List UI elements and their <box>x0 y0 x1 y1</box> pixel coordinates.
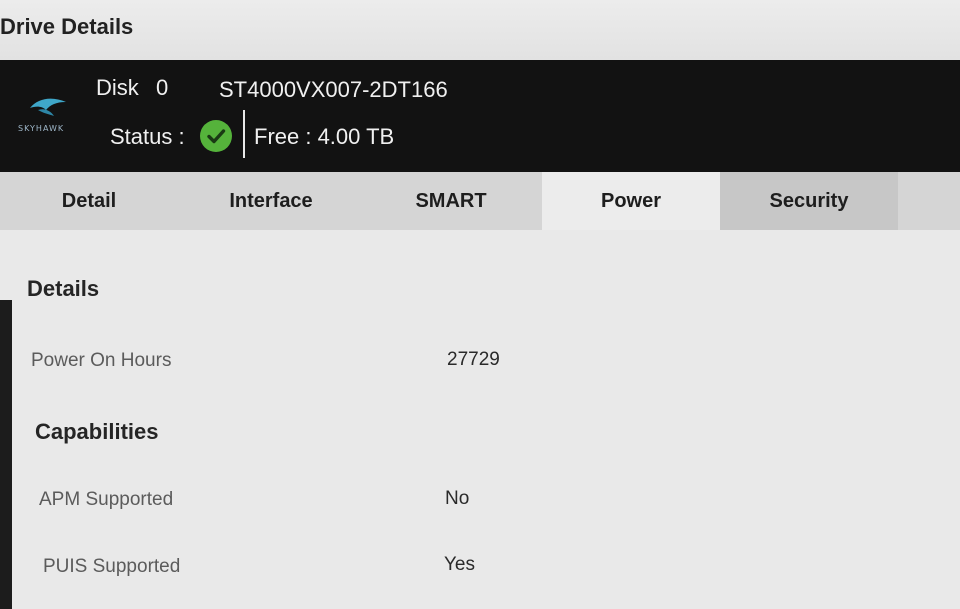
hawk-icon <box>30 98 66 116</box>
disk-label: Disk <box>96 75 139 100</box>
puis-supported-label: PUIS Supported <box>43 556 181 577</box>
capabilities-heading: Capabilities <box>35 419 159 444</box>
check-circle-icon <box>200 120 232 152</box>
brand-text: SKYHAWK <box>18 124 65 133</box>
drive-model: ST4000VX007-2DT166 <box>219 77 448 102</box>
window-title: Drive Details <box>0 14 134 39</box>
power-on-hours-label: Power On Hours <box>31 350 172 371</box>
tab-smart[interactable]: SMART <box>362 172 540 230</box>
drive-header <box>0 60 960 172</box>
power-on-hours-value: 27729 <box>447 349 500 370</box>
apm-supported-value: No <box>445 488 470 509</box>
tab-interface[interactable]: Interface <box>182 172 360 230</box>
disk-number: 0 <box>156 75 169 100</box>
puis-supported-value: Yes <box>444 554 475 575</box>
apm-supported-label: APM Supported <box>39 489 174 510</box>
tab-power[interactable]: Power <box>542 172 720 230</box>
skyhawk-logo: SKYHAWK <box>14 94 80 138</box>
tab-detail[interactable]: Detail <box>0 172 178 230</box>
header-divider <box>243 110 245 158</box>
free-space: Free : 4.00 TB <box>254 124 395 149</box>
status-label: Status : <box>110 124 185 149</box>
tab-bar: Detail Interface SMART Power Security <box>0 172 960 230</box>
details-heading: Details <box>27 276 100 301</box>
title-bar: Drive Details <box>0 0 960 60</box>
tab-security[interactable]: Security <box>720 172 898 230</box>
left-edge-strip <box>0 300 12 609</box>
